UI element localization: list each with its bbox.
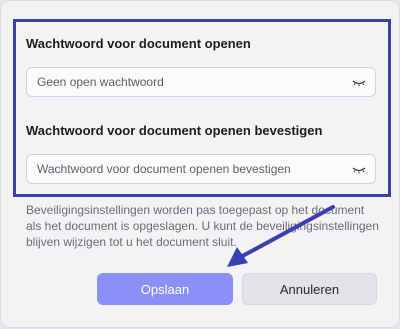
save-button[interactable]: Opslaan (97, 273, 233, 305)
cancel-button[interactable]: Annuleren (242, 273, 377, 305)
annotation-highlight-box (13, 19, 391, 197)
password-dialog: Wachtwoord voor document openen Geen ope… (0, 0, 400, 328)
security-helper-text: Beveiligingsinstellingen worden pas toeg… (26, 203, 379, 249)
